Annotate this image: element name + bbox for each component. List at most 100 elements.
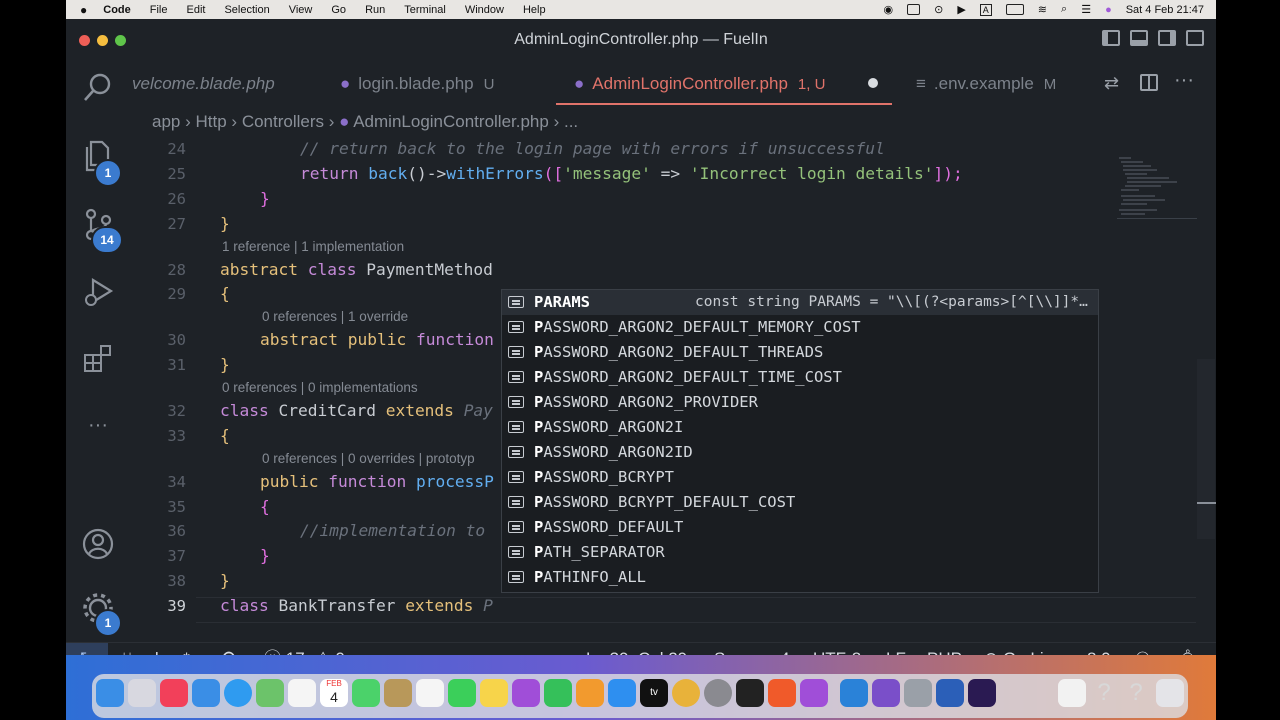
code-line: //implementation to [300, 521, 486, 540]
toggle-panel-icon[interactable] [1130, 30, 1148, 46]
menu-view[interactable]: View [289, 4, 313, 16]
unsaved-dot-icon[interactable] [868, 78, 878, 88]
menu-help[interactable]: Help [523, 4, 546, 16]
safari-icon[interactable] [224, 679, 252, 707]
more-actions-icon[interactable]: ··· [1174, 69, 1194, 92]
feedback-icon[interactable] [800, 679, 828, 707]
chrome-icon[interactable] [672, 679, 700, 707]
document-icon[interactable] [1058, 679, 1086, 707]
constant-icon [508, 396, 524, 408]
facetime-icon[interactable] [448, 679, 476, 707]
menu-terminal[interactable]: Terminal [404, 4, 446, 16]
suggestion-item[interactable]: PASSWORD_ARGON2_DEFAULT_THREADS [502, 340, 1098, 365]
notes-icon[interactable] [480, 679, 508, 707]
photos-icon[interactable] [288, 679, 316, 707]
breadcrumb-item[interactable]: Controllers [242, 112, 324, 131]
tab-welcome[interactable]: velcome.blade.php [132, 61, 275, 107]
unknown-app-icon[interactable]: ? [1090, 679, 1118, 707]
suggestion-item[interactable]: PASSWORD_ARGON2_DEFAULT_MEMORY_COST [502, 315, 1098, 340]
minimap-viewport[interactable] [1117, 218, 1197, 219]
calendar-icon[interactable]: FEB 4 [320, 679, 348, 707]
codelens[interactable]: 0 references | 1 override [262, 309, 408, 324]
codelens[interactable]: 1 reference | 1 implementation [222, 239, 404, 254]
menu-window[interactable]: Window [465, 4, 504, 16]
suggestion-item[interactable]: PASSWORD_DEFAULT [502, 515, 1098, 540]
suggestion-item[interactable]: PATHINFO_ALL [502, 565, 1098, 590]
app-store-icon[interactable] [608, 679, 636, 707]
breadcrumb-item[interactable]: Http [196, 112, 227, 131]
clock[interactable]: Sat 4 Feb 21:47 [1126, 4, 1204, 16]
word-icon[interactable] [936, 679, 964, 707]
extensions-icon[interactable] [80, 341, 116, 377]
breadcrumb-item[interactable]: AdminLoginController.php [353, 112, 549, 131]
compare-changes-icon[interactable]: ⇄ [1104, 73, 1119, 94]
finder-icon[interactable] [96, 679, 124, 707]
toggle-sidebar-icon[interactable] [1102, 30, 1120, 46]
siri-icon[interactable]: ● [1105, 4, 1112, 16]
search-icon[interactable] [80, 71, 116, 107]
record-icon[interactable]: ◉ [883, 3, 893, 16]
menu-file[interactable]: File [150, 4, 168, 16]
codelens[interactable]: 0 references | 0 overrides | prototyp [262, 451, 475, 466]
trash-icon[interactable] [1156, 679, 1184, 707]
music-icon[interactable] [160, 679, 188, 707]
customize-layout-icon[interactable] [1186, 30, 1204, 46]
control-center-icon[interactable]: ☰ [1081, 3, 1091, 16]
launchpad-icon[interactable] [128, 679, 156, 707]
menu-go[interactable]: Go [331, 4, 346, 16]
suggestion-item[interactable]: PASSWORD_ARGON2ID [502, 440, 1098, 465]
wifi-icon[interactable]: ≋ [1038, 3, 1047, 16]
disk-utility-icon[interactable] [904, 679, 932, 707]
terminal-icon[interactable] [736, 679, 764, 707]
numbers-icon[interactable] [544, 679, 572, 707]
apple-icon[interactable]: ● [80, 3, 87, 17]
media-icon[interactable]: ⊙ [934, 3, 943, 16]
suggestion-item[interactable]: PASSWORD_BCRYPT_DEFAULT_COST [502, 490, 1098, 515]
input-source-icon[interactable]: A [979, 3, 992, 16]
suggestion-item[interactable]: PARAMS const string PARAMS = "\\[(?<param… [502, 290, 1098, 315]
play-icon[interactable]: ▶ [957, 3, 965, 16]
minimap[interactable] [1117, 156, 1197, 221]
podcasts-icon[interactable] [512, 679, 540, 707]
reminders-icon[interactable] [416, 679, 444, 707]
github-desktop-icon[interactable] [872, 679, 900, 707]
scrollbar-thumb[interactable] [1197, 359, 1215, 539]
suggestion-item[interactable]: PASSWORD_ARGON2_PROVIDER [502, 390, 1098, 415]
tab-label: login.blade.php [358, 74, 474, 93]
battery-icon[interactable] [1005, 4, 1024, 15]
tab-login-blade[interactable]: ● login.blade.php U [340, 61, 494, 107]
breadcrumb-item[interactable]: app [152, 112, 180, 131]
apple-tv-icon[interactable]: tv [640, 679, 668, 707]
code-line: } [260, 546, 270, 565]
system-preferences-icon[interactable] [704, 679, 732, 707]
more-icon[interactable]: ··· [80, 407, 116, 443]
tab-label: .env.example [933, 74, 1034, 93]
mail-icon[interactable] [192, 679, 220, 707]
accounts-icon[interactable] [80, 527, 116, 563]
breadcrumb-item[interactable]: ... [564, 112, 578, 131]
menu-app-name[interactable]: Code [103, 4, 131, 16]
suggestion-item[interactable]: PASSWORD_ARGON2I [502, 415, 1098, 440]
notes-app-icon[interactable] [384, 679, 412, 707]
tab-admin-login-controller[interactable]: ● AdminLoginController.php 1, U [556, 61, 892, 105]
menu-selection[interactable]: Selection [224, 4, 269, 16]
brave-icon[interactable] [768, 679, 796, 707]
menu-run[interactable]: Run [365, 4, 385, 16]
toggle-secondary-sidebar-icon[interactable] [1158, 30, 1176, 46]
maps-icon[interactable] [256, 679, 284, 707]
premiere-icon[interactable] [968, 679, 996, 707]
tab-env-example[interactable]: ≡ .env.example M [916, 61, 1056, 107]
search-icon[interactable]: ⌕ [1061, 3, 1067, 16]
run-debug-icon[interactable] [80, 275, 116, 311]
title-bar: AdminLoginController.php — FuelIn [66, 19, 1216, 61]
codelens[interactable]: 0 references | 0 implementations [222, 380, 418, 395]
suggestion-item[interactable]: PATH_SEPARATOR [502, 540, 1098, 565]
messages-icon[interactable] [352, 679, 380, 707]
suggestion-item[interactable]: PASSWORD_ARGON2_DEFAULT_TIME_COST [502, 365, 1098, 390]
unknown-app-icon[interactable]: ? [1122, 679, 1150, 707]
suggestion-item[interactable]: PASSWORD_BCRYPT [502, 465, 1098, 490]
vscode-icon[interactable] [840, 679, 868, 707]
screen-icon[interactable] [907, 4, 921, 15]
pages-icon[interactable] [576, 679, 604, 707]
menu-edit[interactable]: Edit [186, 4, 205, 16]
